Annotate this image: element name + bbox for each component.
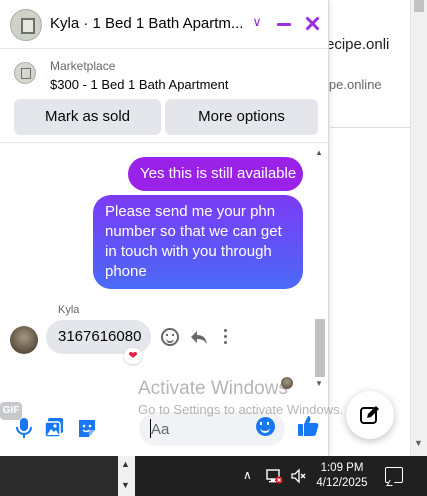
- page-scrollbar[interactable]: ▼: [410, 0, 427, 456]
- scroll-down-arrow[interactable]: ▼: [414, 438, 423, 448]
- more-options-button[interactable]: More options: [165, 99, 318, 135]
- photo-icon[interactable]: [43, 416, 65, 440]
- clock-date: 4/12/2025: [316, 477, 368, 489]
- clock-time: 1:09 PM: [320, 462, 364, 474]
- avatar[interactable]: [10, 326, 38, 354]
- scroll-up-arrow[interactable]: ▲: [121, 459, 130, 469]
- chat-scroll-thumb[interactable]: [315, 319, 325, 377]
- chevron-down-icon[interactable]: ∨: [250, 12, 264, 32]
- taskbar-left: [0, 456, 118, 496]
- chat-title[interactable]: Kyla · 1 Bed 1 Bath Apartm...: [50, 15, 243, 32]
- reply-icon[interactable]: [189, 327, 209, 347]
- emoji-icon[interactable]: [256, 417, 275, 436]
- like-icon[interactable]: [296, 414, 320, 438]
- system-clock[interactable]: 1:09 PM 4/12/2025: [312, 461, 372, 491]
- scroll-down-arrow[interactable]: ▼: [315, 379, 323, 388]
- minimize-icon[interactable]: [276, 14, 292, 34]
- scroll-down-arrow[interactable]: ▼: [121, 480, 130, 490]
- outgoing-message[interactable]: Yes this is still available: [128, 157, 303, 191]
- marketplace-listing-banner: Marketplace $300 - 1 Bed 1 Bath Apartmen…: [0, 50, 329, 143]
- sticker-icon[interactable]: [76, 416, 98, 440]
- chat-header[interactable]: Kyla · 1 Bed 1 Bath Apartm... ∨: [0, 0, 329, 49]
- mark-as-sold-button[interactable]: Mark as sold: [14, 99, 161, 135]
- heart-reaction-icon[interactable]: ❤: [124, 348, 142, 364]
- page-scroll-thumb[interactable]: [414, 0, 424, 12]
- new-message-button[interactable]: [346, 391, 394, 439]
- activation-watermark-subtitle: Go to Settings to activate Windows.: [138, 402, 344, 417]
- tray-chevron-icon[interactable]: ∧: [243, 468, 252, 482]
- react-emoji-icon[interactable]: [161, 328, 179, 346]
- outgoing-message[interactable]: Please send me your phn number so that w…: [93, 195, 303, 289]
- background-text[interactable]: ecipe.onli: [326, 36, 389, 53]
- listing-source: Marketplace: [50, 59, 116, 73]
- close-icon[interactable]: [303, 14, 321, 34]
- taskbar-scrollbar[interactable]: ▲ ▼: [118, 456, 135, 496]
- listing-title[interactable]: $300 - 1 Bed 1 Bath Apartment: [50, 77, 229, 92]
- sender-name: Kyla: [58, 304, 80, 316]
- compose-icon: [360, 406, 379, 424]
- listing-thumbnail[interactable]: [14, 62, 36, 84]
- chat-scrollbar[interactable]: ▲ ▼: [313, 146, 326, 394]
- listing-avatar[interactable]: [10, 9, 42, 41]
- taskbar: ▲ ▼ ∧ 1:09 PM 4/12/2025: [0, 456, 427, 496]
- divider: [330, 127, 410, 128]
- mic-icon[interactable]: [13, 416, 35, 440]
- background-url-text[interactable]: ipe.online: [326, 77, 382, 92]
- text-caret: [150, 419, 151, 438]
- activation-watermark-title: Activate Windows: [138, 378, 288, 399]
- notification-icon[interactable]: [385, 467, 403, 483]
- network-icon[interactable]: [265, 467, 283, 485]
- volume-mute-icon[interactable]: [290, 467, 308, 485]
- scroll-up-arrow[interactable]: ▲: [315, 148, 323, 157]
- more-icon[interactable]: [222, 328, 228, 346]
